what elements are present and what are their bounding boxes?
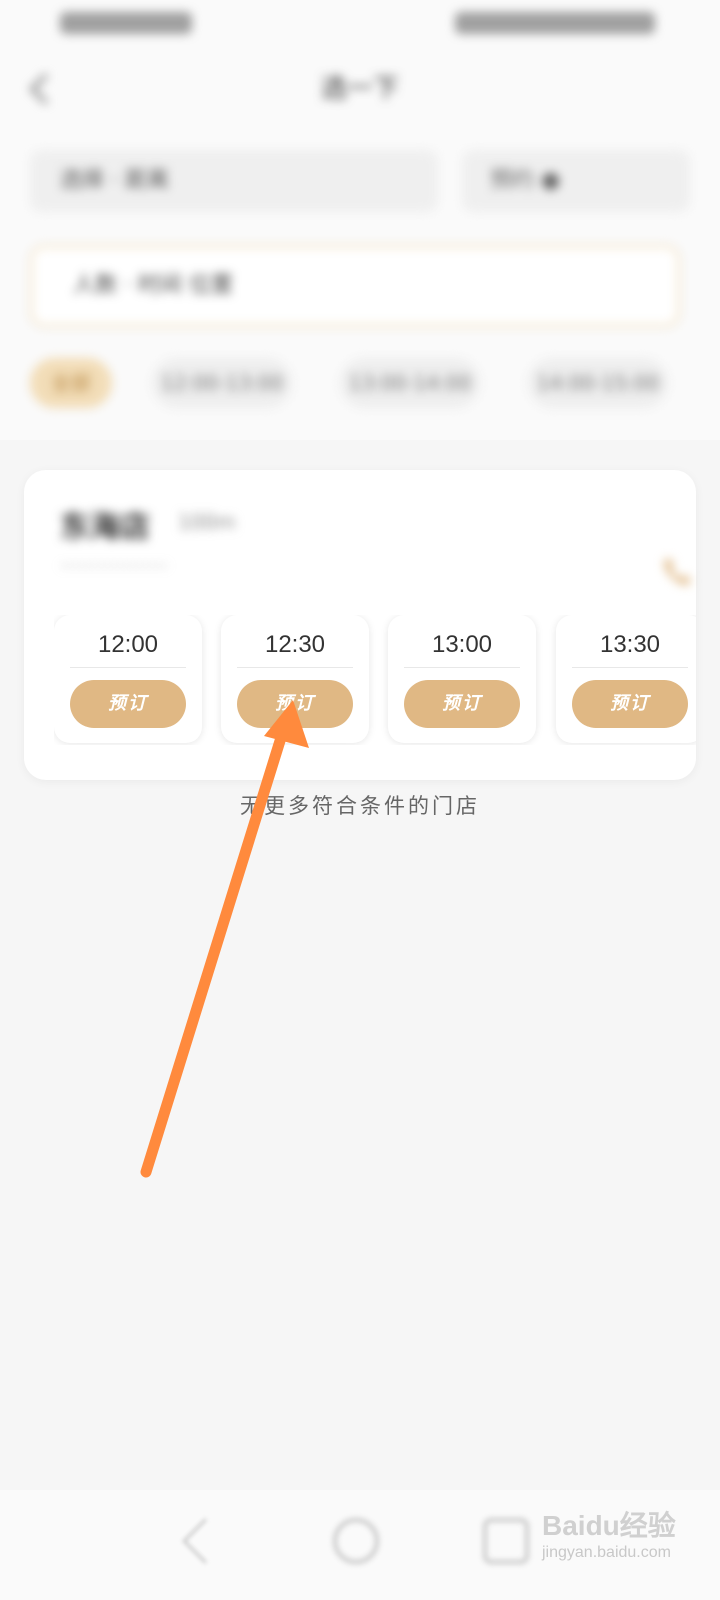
top-header-area: 选一下 选择 · 距离 预约 ● 人数 · 时间 位置 全部 12:00-13:… — [0, 0, 720, 440]
time-slot-list[interactable]: 12:00 预订 12:30 预订 13:00 预订 13:30 预订 — [54, 615, 696, 745]
chip-all[interactable]: 全部 — [30, 358, 112, 408]
book-button[interactable]: 预订 — [70, 680, 186, 728]
slot-divider — [572, 667, 688, 668]
back-arrow-icon[interactable] — [29, 73, 61, 105]
nav-back-icon[interactable] — [182, 1518, 228, 1564]
slot-divider — [70, 667, 186, 668]
store-name: 东海店 — [60, 510, 150, 545]
slot-time: 12:30 — [264, 631, 326, 658]
store-address: ················· — [60, 554, 169, 578]
time-slot: 13:00 预订 — [388, 615, 536, 743]
booking-info-box[interactable]: 人数 · 时间 位置 — [30, 245, 680, 327]
book-button[interactable]: 预订 — [404, 680, 520, 728]
no-more-stores-text: 无更多符合条件的门店 — [240, 794, 480, 818]
status-bar-left-icons — [60, 12, 192, 34]
watermark-brand: Baidu经验 — [542, 1510, 676, 1541]
time-slot: 12:30 预订 — [221, 615, 369, 743]
time-slot: 12:00 预订 — [54, 615, 202, 743]
baidu-watermark: Baidu经验 jingyan.baidu.com — [542, 1498, 712, 1578]
store-header: 东海店 100m ················· — [60, 502, 691, 585]
slot-time: 12:00 — [97, 631, 159, 658]
time-filter-chips: 全部 12:00-13:00 13:00-14:00 14:00-15:00 — [30, 358, 690, 412]
slot-divider — [404, 667, 520, 668]
book-button[interactable]: 预订 — [572, 680, 688, 728]
book-button[interactable]: 预订 — [237, 680, 353, 728]
status-bar — [0, 0, 720, 50]
status-bar-right-icons — [455, 12, 655, 34]
phone-icon[interactable] — [660, 554, 694, 588]
filter-dropdown[interactable]: 选择 · 距离 — [30, 150, 438, 212]
page-title: 选一下 — [320, 74, 399, 104]
store-card: 东海店 100m ················· 12:00 预订 12:3… — [24, 470, 696, 780]
filter-toggle[interactable]: 预约 ● — [462, 150, 690, 212]
chip-time-range[interactable]: 12:00-13:00 — [152, 358, 292, 408]
chip-time-range[interactable]: 14:00-15:00 — [528, 358, 668, 408]
watermark-url: jingyan.baidu.com — [542, 1544, 671, 1561]
slot-time: 13:00 — [431, 631, 493, 658]
time-slot: 13:30 预订 — [556, 615, 696, 743]
slot-divider — [237, 667, 353, 668]
nav-bar: 选一下 — [0, 60, 720, 120]
nav-recent-apps-icon[interactable] — [483, 1518, 529, 1564]
nav-home-icon[interactable] — [333, 1518, 379, 1564]
chip-time-range[interactable]: 13:00-14:00 — [340, 358, 480, 408]
store-distance: 100m — [178, 510, 236, 534]
filter-row: 选择 · 距离 预约 ● — [30, 150, 690, 212]
slot-time: 13:30 — [599, 631, 661, 658]
